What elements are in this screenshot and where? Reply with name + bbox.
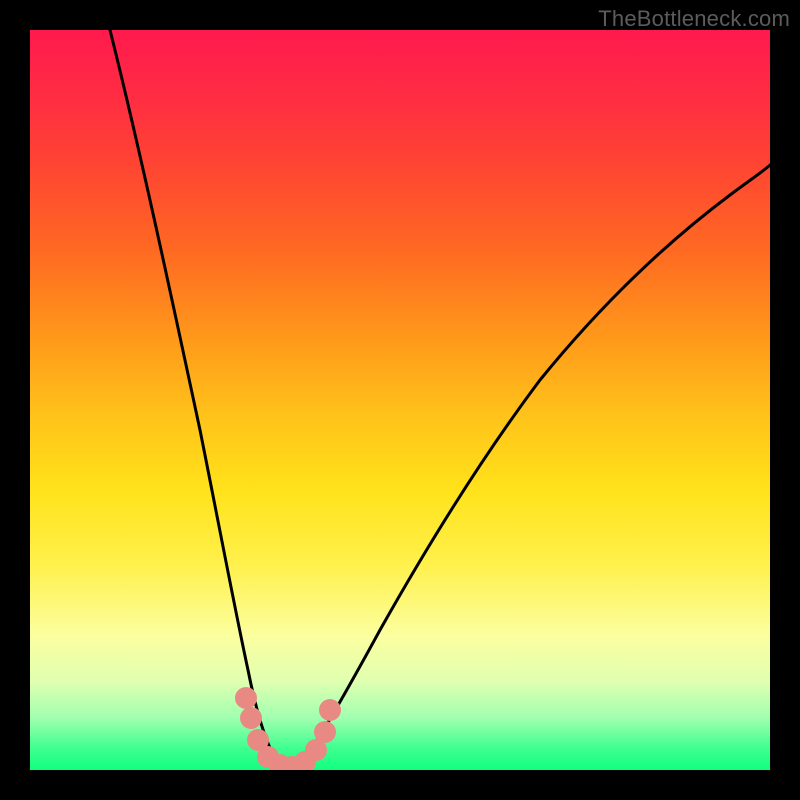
marker-group [235,687,341,770]
marker-dot [319,699,341,721]
plot-area [30,30,770,770]
attribution-text: TheBottleneck.com [598,6,790,32]
curve-layer [30,30,770,770]
marker-dot [314,721,336,743]
marker-dot [235,687,257,709]
right-curve [288,165,770,769]
marker-dot [240,707,262,729]
left-curve [110,30,288,769]
chart-frame: TheBottleneck.com [0,0,800,800]
